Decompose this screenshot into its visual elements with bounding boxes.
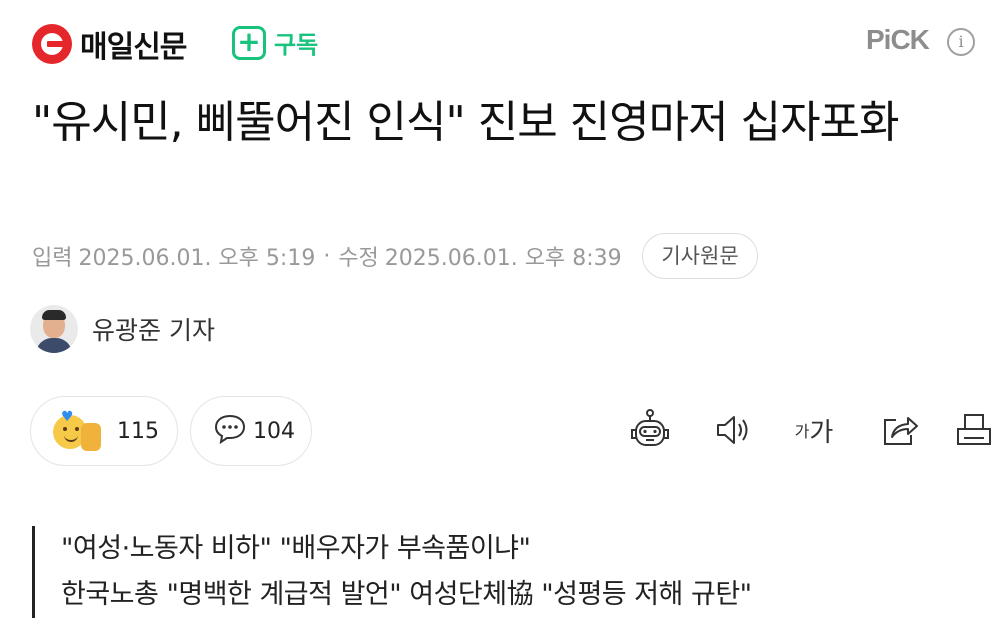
reporter-name: 유광준 기자: [92, 316, 215, 345]
modified-time: 2025.06.01. 오후 8:39: [384, 246, 622, 271]
print-icon[interactable]: [952, 408, 996, 452]
published-label: 입력: [32, 246, 73, 271]
plus-icon: +: [232, 25, 266, 60]
speaker-icon[interactable]: [712, 408, 756, 452]
comment-icon: [213, 413, 247, 449]
font-size-icon[interactable]: 가가: [792, 408, 836, 452]
pick-badge: PiCK: [866, 24, 930, 55]
share-icon[interactable]: [878, 408, 922, 452]
font-size-small-label: 가: [794, 422, 810, 441]
summary-line: 한국노총 "명백한 계급적 발언" 여성단체協 "성평등 저해 규탄": [61, 579, 752, 610]
comment-button[interactable]: 104: [190, 396, 312, 466]
logo-icon: [32, 24, 72, 64]
press-logo[interactable]: 매일신문: [32, 22, 187, 66]
comment-count: 104: [253, 418, 295, 444]
article-summary: "여성·노동자 비하" "배우자가 부속품이냐" 한국노총 "명백한 계급적 발…: [32, 526, 991, 618]
reaction-button[interactable]: ♥ 115: [30, 396, 178, 466]
modified-label: 수정: [338, 246, 379, 271]
reporter[interactable]: 유광준 기자: [30, 305, 215, 353]
article-meta: 입력 2025.06.01. 오후 5:19 · 수정 2025.06.01. …: [32, 240, 622, 272]
reaction-emoji-icon: ♥: [51, 409, 111, 453]
meta-separator: ·: [323, 243, 331, 269]
reaction-count: 115: [117, 418, 159, 444]
subscribe-button[interactable]: + 구독: [232, 25, 318, 60]
original-article-button[interactable]: 기사원문: [642, 233, 758, 279]
logo-text: 매일신문: [80, 30, 187, 65]
article-headline: "유시민, 삐뚤어진 인식" 진보 진영마저 십자포화: [32, 97, 900, 148]
robot-summary-icon[interactable]: [628, 408, 672, 452]
info-icon[interactable]: i: [947, 28, 975, 56]
subscribe-label: 구독: [274, 31, 319, 59]
font-size-big-label: 가: [809, 417, 834, 448]
summary-line: "여성·노동자 비하" "배우자가 부속품이냐": [61, 533, 531, 564]
published-time: 2025.06.01. 오후 5:19: [78, 246, 316, 271]
header: 매일신문 + 구독 PiCK i: [0, 0, 1008, 88]
avatar: [30, 305, 78, 353]
